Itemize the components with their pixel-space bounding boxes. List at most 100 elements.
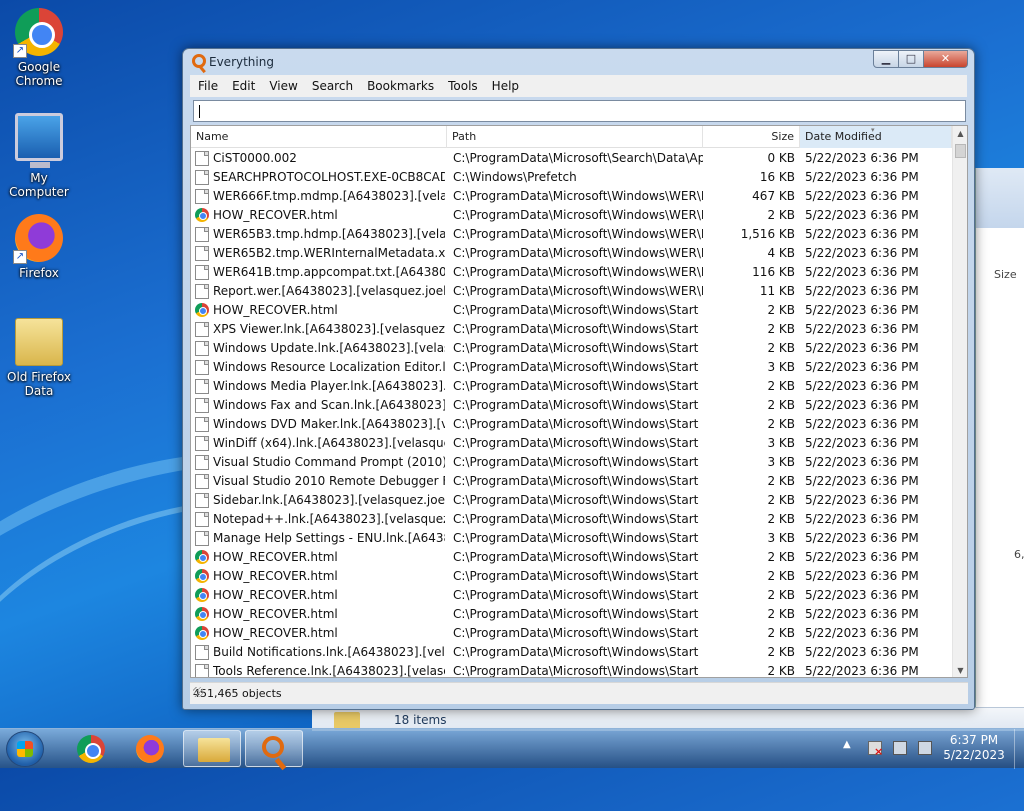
volume-muted-icon[interactable] xyxy=(918,741,932,755)
taskbar-firefox-button[interactable] xyxy=(121,730,179,767)
table-row[interactable]: WER65B2.tmp.WERInternalMetadata.xml.[...… xyxy=(191,244,952,263)
table-row[interactable]: Tools Reference.lnk.[A6438023].[velasque… xyxy=(191,662,952,678)
scroll-down-icon[interactable]: ▼ xyxy=(953,663,967,677)
table-row[interactable]: HOW_RECOVER.html C:\ProgramData\Microsoft… xyxy=(191,624,952,643)
menu-help[interactable]: Help xyxy=(484,75,525,93)
table-row[interactable]: Visual Studio Command Prompt (2010).ln..… xyxy=(191,453,952,472)
file-date-modified: 5/22/2023 6:36 PM xyxy=(805,474,919,488)
column-header-date-modified[interactable]: Date Modified xyxy=(800,126,952,148)
file-name: HOW_RECOVER.html xyxy=(213,569,338,583)
chrome-html-file-icon xyxy=(195,550,209,564)
file-size: 4 KB xyxy=(767,246,795,260)
file-date-modified: 5/22/2023 6:36 PM xyxy=(805,588,919,602)
table-row[interactable]: Windows Update.lnk.[A6438023].[velasque.… xyxy=(191,339,952,358)
file-path: C:\ProgramData\Microsoft\Windows\Start M… xyxy=(453,493,703,507)
file-size: 2 KB xyxy=(767,664,795,678)
table-row[interactable]: CiST0000.002 C:\ProgramData\Microsoft\Sea… xyxy=(191,149,952,168)
clock-date: 5/22/2023 xyxy=(943,748,1005,762)
table-row[interactable]: WER641B.tmp.appcompat.txt.[A6438023].[..… xyxy=(191,263,952,282)
vertical-scrollbar[interactable]: ▲ ▼ xyxy=(952,126,967,677)
taskbar-chrome-button[interactable] xyxy=(60,730,118,767)
table-row[interactable]: HOW_RECOVER.html C:\ProgramData\Microsoft… xyxy=(191,206,952,225)
table-row[interactable]: HOW_RECOVER.html C:\ProgramData\Microsoft… xyxy=(191,605,952,624)
file-icon xyxy=(195,531,209,546)
table-row[interactable]: Windows Fax and Scan.lnk.[A6438023].[vel… xyxy=(191,396,952,415)
file-size: 2 KB xyxy=(767,341,795,355)
table-row[interactable]: WER65B3.tmp.hdmp.[A6438023].[velasque...… xyxy=(191,225,952,244)
start-button[interactable] xyxy=(6,731,44,767)
table-row[interactable]: Windows Media Player.lnk.[A6438023].[vel… xyxy=(191,377,952,396)
chrome-html-file-icon xyxy=(195,607,209,621)
scroll-thumb[interactable] xyxy=(955,144,966,158)
column-header-path[interactable]: Path xyxy=(447,126,703,148)
desktop-icon-old-firefox-data[interactable]: Old Firefox Data xyxy=(0,318,79,398)
file-icon xyxy=(195,398,209,413)
file-name: Visual Studio 2010 Remote Debugger Fold.… xyxy=(213,474,445,488)
menu-file[interactable]: File xyxy=(190,75,224,93)
taskbar-everything-button[interactable] xyxy=(245,730,303,767)
desktop-icon-firefox[interactable]: ↗ Firefox xyxy=(0,214,79,280)
file-date-modified: 5/22/2023 6:36 PM xyxy=(805,189,919,203)
system-clock[interactable]: 6:37 PM 5/22/2023 xyxy=(938,733,1010,763)
table-row[interactable]: Manage Help Settings - ENU.lnk.[A643802.… xyxy=(191,529,952,548)
resize-grip-icon[interactable] xyxy=(193,687,203,697)
file-icon xyxy=(195,170,209,185)
menu-view[interactable]: View xyxy=(261,75,303,93)
results-list[interactable]: Name Path Size Date Modified ▾ CiST0000.… xyxy=(190,125,968,678)
file-date-modified: 5/22/2023 6:36 PM xyxy=(805,550,919,564)
everything-window[interactable]: Everything ▁ □ ✕ File Edit View Search Bookm… xyxy=(182,48,975,710)
column-header-name[interactable]: Name xyxy=(191,126,447,148)
menu-edit[interactable]: Edit xyxy=(224,75,261,93)
show-desktop-button[interactable] xyxy=(1014,729,1024,769)
file-size: 11 KB xyxy=(759,284,795,298)
table-row[interactable]: Build Notifications.lnk.[A6438023].[vela… xyxy=(191,643,952,662)
file-icon xyxy=(195,417,209,432)
table-row[interactable]: Windows Resource Localization Editor.lnk… xyxy=(191,358,952,377)
table-row[interactable]: XPS Viewer.lnk.[A6438023].[velasquez.joe… xyxy=(191,320,952,339)
column-header-size[interactable]: Size xyxy=(703,126,800,148)
file-icon xyxy=(195,284,209,299)
table-row[interactable]: HOW_RECOVER.html C:\ProgramData\Microsoft… xyxy=(191,548,952,567)
file-path: C:\ProgramData\Microsoft\Windows\Start M… xyxy=(453,588,703,602)
file-size: 3 KB xyxy=(767,360,795,374)
file-size: 2 KB xyxy=(767,417,795,431)
file-date-modified: 5/22/2023 6:36 PM xyxy=(805,322,919,336)
background-explorer-window[interactable]: Size 6, xyxy=(975,168,1024,728)
menu-tools[interactable]: Tools xyxy=(440,75,484,93)
minimize-button[interactable]: ▁ xyxy=(873,50,899,68)
table-row[interactable]: HOW_RECOVER.html C:\ProgramData\Microsoft… xyxy=(191,567,952,586)
file-path: C:\ProgramData\Microsoft\Windows\WER\R..… xyxy=(453,284,703,298)
network-icon[interactable] xyxy=(893,741,907,755)
table-row[interactable]: HOW_RECOVER.html C:\ProgramData\Microsoft… xyxy=(191,586,952,605)
menu-bookmarks[interactable]: Bookmarks xyxy=(359,75,440,93)
file-size: 2 KB xyxy=(767,208,795,222)
table-row[interactable]: Report.wer.[A6438023].[velasquez.joeli@a… xyxy=(191,282,952,301)
table-row[interactable]: Notepad++.lnk.[A6438023].[velasquez.joel… xyxy=(191,510,952,529)
table-row[interactable]: WinDiff (x64).lnk.[A6438023].[velasquez.… xyxy=(191,434,952,453)
table-row[interactable]: Sidebar.lnk.[A6438023].[velasquez.joeli@… xyxy=(191,491,952,510)
maximize-button[interactable]: □ xyxy=(899,50,924,68)
tray-overflow-icon[interactable]: ▲ xyxy=(843,739,851,750)
close-button[interactable]: ✕ xyxy=(924,50,968,68)
file-size: 1,516 KB xyxy=(740,227,795,241)
table-row[interactable]: HOW_RECOVER.html C:\ProgramData\Microsoft… xyxy=(191,301,952,320)
desktop-icon-google-chrome[interactable]: ↗ Google Chrome xyxy=(0,8,79,88)
file-path: C:\ProgramData\Microsoft\Windows\Start M… xyxy=(453,645,703,659)
table-row[interactable]: WER666F.tmp.mdmp.[A6438023].[velasqu... C… xyxy=(191,187,952,206)
scroll-up-icon[interactable]: ▲ xyxy=(953,126,967,142)
action-center-flag-icon[interactable] xyxy=(868,741,883,758)
file-path: C:\ProgramData\Microsoft\Windows\Start M… xyxy=(453,569,703,583)
sort-descending-icon: ▾ xyxy=(871,126,875,134)
explorer-size-column[interactable]: Size xyxy=(994,268,1017,281)
taskbar-explorer-button[interactable] xyxy=(183,730,241,767)
table-row[interactable]: Windows DVD Maker.lnk.[A6438023].[vela..… xyxy=(191,415,952,434)
title-bar[interactable]: Everything ▁ □ ✕ xyxy=(183,49,974,75)
search-input[interactable] xyxy=(193,100,966,122)
menu-search[interactable]: Search xyxy=(304,75,359,93)
file-name: HOW_RECOVER.html xyxy=(213,607,338,621)
file-icon xyxy=(195,322,209,337)
desktop-icon-my-computer[interactable]: My Computer xyxy=(0,113,79,199)
table-row[interactable]: SEARCHPROTOCOLHOST.EXE-0CB8CADE... C:\Win… xyxy=(191,168,952,187)
table-row[interactable]: Visual Studio 2010 Remote Debugger Fold.… xyxy=(191,472,952,491)
menu-bar: File Edit View Search Bookmarks Tools Help xyxy=(190,75,967,97)
